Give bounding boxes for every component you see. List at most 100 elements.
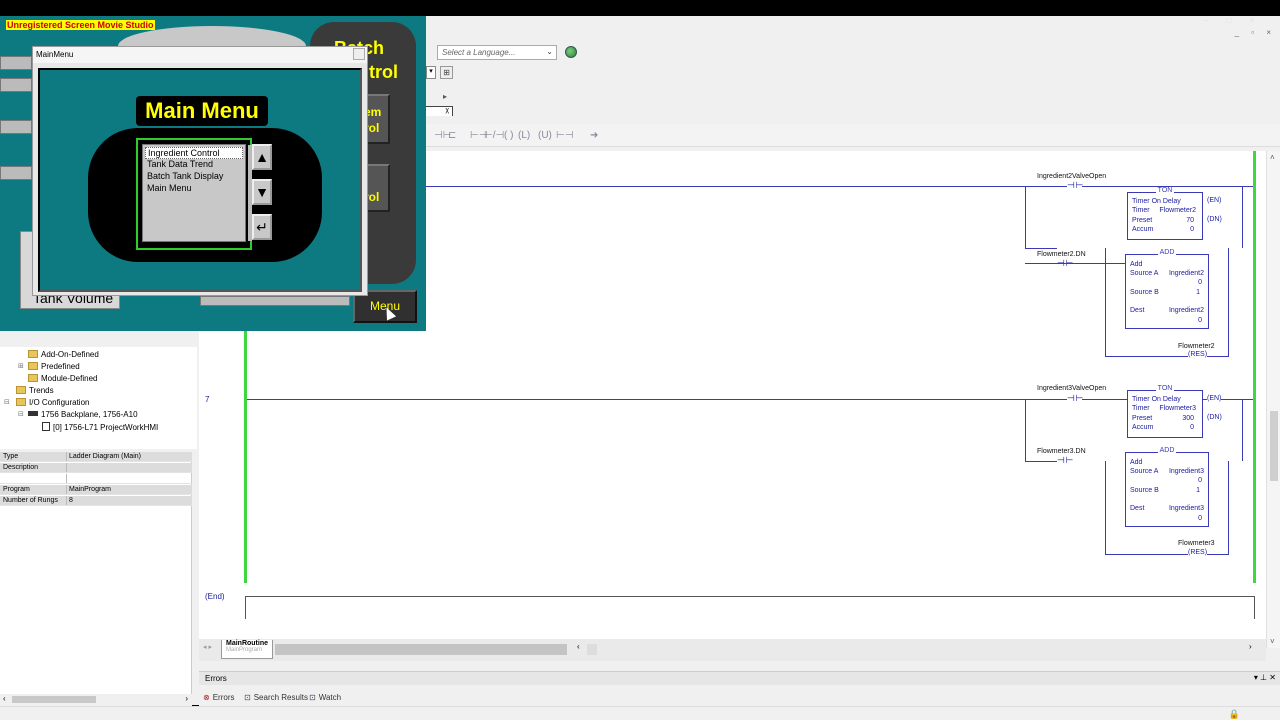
scroll-right-icon[interactable]: › xyxy=(1249,642,1252,651)
expand-icon[interactable]: ⊞ xyxy=(18,362,24,370)
main-menu-titlebar[interactable]: MainMenu xyxy=(33,47,367,63)
end-rail-left xyxy=(245,596,246,619)
contact-tag[interactable]: Ingredient2ValveOpen xyxy=(1037,173,1106,180)
otu-icon[interactable]: (U) xyxy=(538,130,552,141)
ons-icon[interactable]: ⊢⊣ xyxy=(556,130,573,141)
scroll-thumb[interactable] xyxy=(1270,411,1278,481)
branch-icon[interactable]: ⊏ xyxy=(448,130,456,141)
branch-tag[interactable]: Flowmeter3.DN xyxy=(1037,448,1086,455)
tree-item-module-defined[interactable]: Module-Defined xyxy=(28,374,97,383)
tab-scroll-icon[interactable]: ◂ ▸ xyxy=(203,643,212,651)
tab-errors[interactable]: ⊗ Errors xyxy=(203,693,234,702)
scroll-right-icon[interactable]: ▸ xyxy=(443,92,447,101)
tab-watch[interactable]: ⊡ Watch xyxy=(309,693,341,702)
menu-down-button[interactable]: ▼ xyxy=(252,179,272,205)
add-block[interactable]: ADD Add Source A Ingredient3 0 Source B … xyxy=(1125,447,1209,527)
scroll-thumb[interactable] xyxy=(587,644,597,655)
menu-list-frame: Ingredient Control Tank Data Trend Batch… xyxy=(136,138,252,250)
watermark-banner: Unregistered Screen Movie Studio xyxy=(6,20,155,30)
scroll-up-icon[interactable]: ˄ xyxy=(1270,153,1275,162)
pipe xyxy=(0,120,32,134)
tab-search-results[interactable]: ⊡ Search Results xyxy=(244,693,308,702)
scroll-left-icon[interactable]: ‹ xyxy=(3,694,6,703)
tab-main-routine[interactable]: MainRoutine MainProgram xyxy=(221,640,273,659)
contact-tag[interactable]: Ingredient3ValveOpen xyxy=(1037,385,1106,392)
main-menu-title: Main Menu xyxy=(136,96,268,126)
xic-contact[interactable]: ⊣ ⊢ xyxy=(1067,393,1083,404)
mdi-controls[interactable]: _ ▫ × xyxy=(1235,28,1276,37)
globe-icon[interactable] xyxy=(565,46,577,58)
branch-right xyxy=(1228,248,1229,356)
list-item-main-menu[interactable]: Main Menu xyxy=(147,183,192,193)
tree-item-add-on-defined[interactable]: Add-On-Defined xyxy=(28,350,99,359)
xic-contact[interactable]: ⊣ ⊢ xyxy=(1067,180,1083,191)
menu-enter-button[interactable]: ↵ xyxy=(252,214,272,240)
scroll-thumb[interactable] xyxy=(12,696,96,703)
otl-icon[interactable]: (L) xyxy=(518,130,530,141)
dropdown-toggle[interactable]: ▾ xyxy=(426,66,436,79)
errors-title: Errors xyxy=(205,674,227,683)
left-horizontal-scrollbar[interactable]: ‹ › xyxy=(0,694,192,706)
branch-wire xyxy=(1025,461,1057,462)
search-icon: ⊡ xyxy=(244,693,251,702)
xic-contact[interactable]: ⊣ ⊢ xyxy=(1057,455,1073,466)
ton-block[interactable]: TON Timer On Delay Timer Flowmeter3 Pres… xyxy=(1127,385,1203,438)
tree-item-predefined[interactable]: Predefined xyxy=(28,362,80,371)
ladder-vertical-scrollbar[interactable]: ˄ ˅ xyxy=(1266,151,1280,648)
res-tag[interactable]: Flowmeter2 xyxy=(1178,343,1215,350)
language-tab[interactable]: χ xyxy=(426,106,453,116)
grid-icon[interactable]: ⊞ xyxy=(440,66,453,79)
ote-icon[interactable]: ( ) xyxy=(504,130,513,141)
tree-item-io-configuration[interactable]: I/O Configuration xyxy=(16,398,89,407)
ton-block[interactable]: TON Timer On Delay Timer Flowmeter2 Pres… xyxy=(1127,187,1203,240)
folder-icon xyxy=(28,350,38,358)
collapse-icon[interactable]: ⊟ xyxy=(4,398,10,406)
language-select[interactable]: Select a Language... ⌄ xyxy=(437,45,557,60)
end-rung-wire xyxy=(245,596,1255,597)
en-output: (EN) xyxy=(1207,395,1222,402)
list-item-ingredient-control[interactable]: Ingredient Control xyxy=(145,147,243,159)
res-output: (RES) xyxy=(1188,351,1208,358)
chevron-down-icon: ⌄ xyxy=(546,47,553,56)
list-item-tank-data-trend[interactable]: Tank Data Trend xyxy=(147,159,213,169)
pane-controls[interactable]: ▾ ⊥ ✕ xyxy=(1254,673,1276,682)
prop-row-blank xyxy=(0,474,192,484)
tree-item-trends[interactable]: Trends xyxy=(16,386,54,395)
tree-item-backplane[interactable]: 1756 Backplane, 1756-A10 xyxy=(28,410,138,419)
branch-left xyxy=(1025,399,1026,461)
branch-left xyxy=(1105,248,1106,356)
tree-item-controller[interactable]: [0] 1756-L71 ProjectWorkHMI xyxy=(42,422,158,432)
collapse-icon[interactable]: ⊟ xyxy=(18,410,24,418)
pipe xyxy=(0,78,32,92)
branch-left xyxy=(1025,186,1026,248)
res-output: (RES) xyxy=(1188,549,1208,556)
add-block[interactable]: ADD Add Source A Ingredient2 0 Source B … xyxy=(1125,249,1209,329)
main-menu-window: MainMenu Main Menu Ingredient Control Ta… xyxy=(32,46,368,296)
res-tag[interactable]: Flowmeter3 xyxy=(1178,540,1215,547)
dn-output: (DN) xyxy=(1207,414,1222,421)
close-icon[interactable] xyxy=(353,48,365,60)
prop-row-program: Program MainProgram xyxy=(0,485,192,495)
errors-pane-header: Errors ▾ ⊥ ✕ xyxy=(199,671,1280,685)
routine-hscroll-thumb[interactable] xyxy=(275,644,567,655)
menu-list[interactable]: Ingredient Control Tank Data Trend Batch… xyxy=(142,144,252,242)
main-menu-display: Main Menu Ingredient Control Tank Data T… xyxy=(38,68,362,292)
res-wire xyxy=(1105,554,1229,555)
menu-up-button[interactable]: ▲ xyxy=(252,144,272,170)
window-controls[interactable]: –□× xyxy=(1204,16,1272,25)
scroll-right-icon[interactable]: › xyxy=(185,694,188,703)
controller-icon xyxy=(42,422,50,431)
prop-row-rungs: Number of Rungs 8 xyxy=(0,496,192,506)
next-element-icon[interactable]: ➜ xyxy=(590,130,598,141)
lock-icon: 🔒 xyxy=(1228,709,1240,719)
error-icon: ⊗ xyxy=(203,693,210,702)
list-item-batch-tank-display[interactable]: Batch Tank Display xyxy=(147,171,223,181)
xio-icon[interactable]: ⊢/⊣ xyxy=(484,130,504,141)
ladder-element-toolbar: ⊣⊢ ⊏ ⊢⊣ ⊢/⊣ ( ) (L) (U) ⊢⊣ ➜ xyxy=(426,124,1280,147)
branch-wire xyxy=(1025,248,1057,249)
scroll-down-icon[interactable]: ˅ xyxy=(1270,637,1275,646)
rung-number: 7 xyxy=(205,395,210,404)
scroll-left-icon[interactable]: ‹ xyxy=(577,642,580,651)
routine-tab-bar: ◂ ▸ MainRoutine MainProgram ‹ › xyxy=(199,639,1266,661)
branch-tag[interactable]: Flowmeter2.DN xyxy=(1037,251,1086,258)
